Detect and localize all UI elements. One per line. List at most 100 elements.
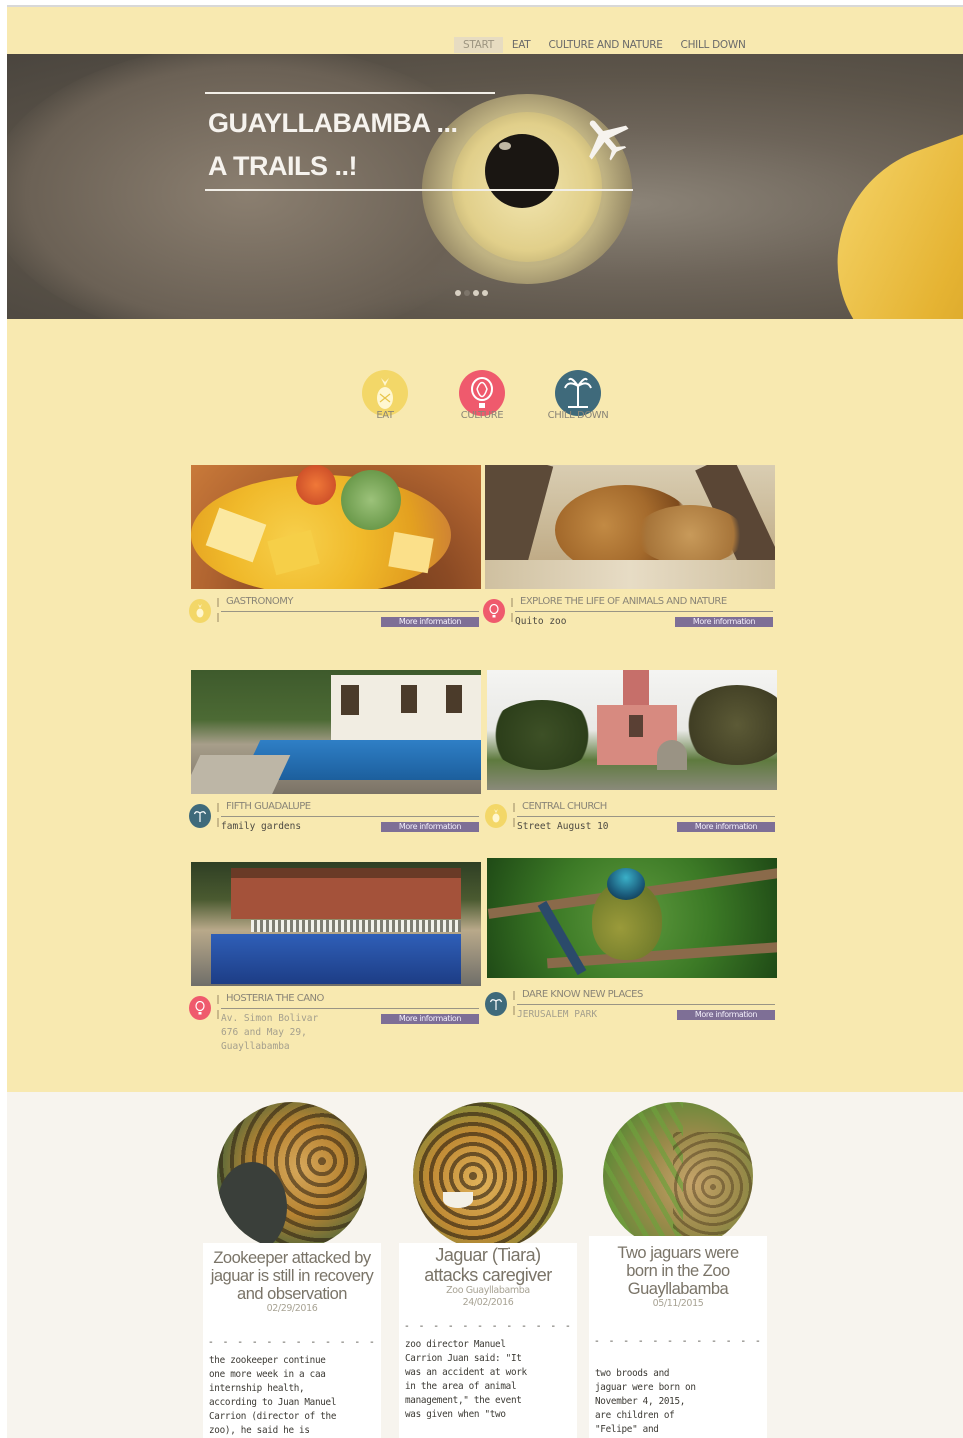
- card-meta: DARE KNOW NEW PLACES JERUSALEM PARK More…: [485, 982, 777, 1022]
- card-title: EXPLORE THE LIFE OF ANIMALS AND NATURE: [520, 596, 727, 607]
- eagle-eye-pupil: [485, 134, 559, 208]
- slider-dot[interactable]: [482, 290, 488, 296]
- news-divider: - - - - - - - - - - - -: [403, 1321, 573, 1332]
- category-chill-down[interactable]: CHILL DOWN: [533, 370, 623, 421]
- card-address-line: Av. Simon Bolivar: [221, 1013, 319, 1024]
- card-subtitle: Street August 10: [517, 821, 609, 832]
- more-information-button[interactable]: More information: [381, 617, 479, 627]
- more-information-button[interactable]: More information: [381, 1014, 479, 1024]
- news-excerpt-line: the zookeeper continue: [209, 1355, 326, 1366]
- pool-garden-photo[interactable]: [191, 670, 481, 794]
- card-subtitle: family gardens: [221, 821, 302, 832]
- news-divider: - - - - - - - - - - - -: [593, 1336, 763, 1347]
- card-address-line: 676 and May 29,: [221, 1027, 307, 1038]
- card-fifth-guadalupe: FIFTH GUADALUPE family gardens More info…: [189, 670, 481, 834]
- slider-dot[interactable]: [455, 290, 461, 296]
- slider-dot-active[interactable]: [464, 290, 470, 296]
- more-information-button[interactable]: More information: [381, 822, 479, 832]
- hero-divider-bottom: [205, 189, 633, 191]
- airplane-icon: [589, 120, 629, 161]
- news-excerpt-line: was an accident at work: [405, 1367, 527, 1378]
- card-title: FIFTH GUADALUPE: [226, 801, 311, 812]
- card-central-church: CENTRAL CHURCH Street August 10 More inf…: [485, 670, 777, 834]
- news-excerpt-line: jaguar were born on: [595, 1382, 696, 1393]
- jaguar-photo[interactable]: [217, 1102, 367, 1250]
- hero-title: GUAYLLABAMBA ... A TRAILS ..!: [208, 102, 458, 188]
- lion-photo[interactable]: [485, 465, 775, 589]
- card-subtitle: JERUSALEM PARK: [517, 1009, 598, 1020]
- category-eat-label: EAT: [376, 410, 394, 421]
- card-zoo: EXPLORE THE LIFE OF ANIMALS AND NATURE Q…: [483, 465, 775, 629]
- news-date: 24/02/2016: [462, 1297, 514, 1308]
- category-eat[interactable]: EAT: [340, 370, 430, 421]
- card-subtitle: Quito zoo: [515, 616, 567, 627]
- news-excerpt-line: "Felipe" and: [595, 1424, 659, 1435]
- eagle-eye-glint: [499, 142, 511, 150]
- news-excerpt-line: management," the event: [405, 1395, 522, 1406]
- palm-tree-icon: [189, 804, 211, 828]
- hot-air-balloon-icon: [189, 996, 211, 1020]
- jaguar-photo[interactable]: [413, 1102, 563, 1250]
- nav-chill-down[interactable]: CHILL DOWN: [672, 37, 755, 53]
- main-nav: START EAT CULTURE AND NATURE CHILL DOWN: [454, 37, 755, 53]
- card-meta: EXPLORE THE LIFE OF ANIMALS AND NATURE Q…: [483, 589, 775, 629]
- hero-title-line-1: GUAYLLABAMBA ...: [208, 108, 458, 138]
- card-dare-know-new-places: DARE KNOW NEW PLACES JERUSALEM PARK More…: [485, 858, 777, 1022]
- bird-photo[interactable]: [487, 858, 777, 978]
- news-excerpt: two broods and jaguar were born on Novem…: [589, 1347, 767, 1437]
- pineapple-icon: [189, 599, 211, 623]
- divider-mark: [513, 1006, 515, 1015]
- card-hosteria-the-cano: HOSTERIA THE CANO Av. Simon Bolivar 676 …: [189, 862, 481, 1052]
- card-title: DARE KNOW NEW PLACES: [522, 989, 643, 1000]
- card-rule: [221, 1008, 479, 1009]
- hostel-pool-photo[interactable]: [191, 862, 481, 986]
- divider-mark: [513, 991, 515, 1000]
- news-headline[interactable]: Zookeeper attacked by jaguar is still in…: [203, 1243, 381, 1303]
- more-information-button[interactable]: More information: [677, 822, 775, 832]
- divider-mark: [217, 598, 219, 607]
- jaguar-cubs-photo[interactable]: [603, 1102, 753, 1250]
- news-excerpt: zoo director Manuel Carrion Juan said: "…: [399, 1332, 577, 1422]
- news-headline[interactable]: Jaguar (Tiara) attacks caregiver: [399, 1243, 577, 1285]
- divider-mark: [217, 803, 219, 812]
- news-excerpt-line: zoo director Manuel: [405, 1339, 506, 1350]
- hero-title-line-2: A TRAILS ..!: [208, 151, 357, 181]
- nav-start[interactable]: START: [454, 37, 503, 53]
- card-title: GASTRONOMY: [226, 596, 293, 607]
- hero-slider: GUAYLLABAMBA ... A TRAILS ..!: [7, 54, 963, 319]
- category-culture-label: CULTURE: [460, 410, 504, 421]
- card-address-line: Guayllabamba: [221, 1041, 290, 1052]
- category-row: EAT CULTURE CHILL DOWN: [7, 370, 963, 440]
- card-rule: [517, 816, 775, 817]
- more-information-button[interactable]: More information: [675, 617, 773, 627]
- slider-dot[interactable]: [473, 290, 479, 296]
- news-date: 02/29/2016: [266, 1303, 318, 1314]
- news-source: Zoo Guayllabamba: [446, 1285, 530, 1296]
- card-rule: [517, 1004, 775, 1005]
- card-meta: FIFTH GUADALUPE family gardens More info…: [189, 794, 481, 834]
- pineapple-icon: [485, 804, 507, 828]
- page: START EAT CULTURE AND NATURE CHILL DOWN …: [7, 5, 963, 1438]
- hot-air-balloon-icon: [483, 599, 505, 623]
- news-headline[interactable]: Two jaguars were born in the Zoo Guaylla…: [589, 1236, 767, 1298]
- category-culture[interactable]: CULTURE: [437, 370, 527, 421]
- news-excerpt-line: one more week in a caa: [209, 1369, 326, 1380]
- church-photo[interactable]: [487, 670, 777, 790]
- more-information-button[interactable]: More information: [677, 1010, 775, 1020]
- nav-eat[interactable]: EAT: [503, 37, 540, 53]
- hero-divider-top: [205, 92, 495, 94]
- news-card: Jaguar (Tiara) attacks caregiver Zoo Gua…: [399, 1243, 577, 1438]
- slider-dots: [455, 290, 488, 296]
- card-rule: [221, 611, 479, 612]
- nav-culture-and-nature[interactable]: CULTURE AND NATURE: [539, 37, 671, 53]
- news-excerpt: the zookeeper continue one more week in …: [203, 1348, 381, 1438]
- category-chill-down-label: CHILL DOWN: [547, 410, 609, 421]
- divider-mark: [217, 818, 219, 827]
- card-meta: CENTRAL CHURCH Street August 10 More inf…: [485, 794, 777, 834]
- divider-mark: [511, 613, 513, 622]
- news-excerpt-line: [595, 1353, 761, 1367]
- card-rule: [515, 611, 773, 612]
- news-card: Zookeeper attacked by jaguar is still in…: [203, 1243, 381, 1438]
- soup-photo[interactable]: [191, 465, 481, 589]
- news-card: Two jaguars were born in the Zoo Guaylla…: [589, 1236, 767, 1438]
